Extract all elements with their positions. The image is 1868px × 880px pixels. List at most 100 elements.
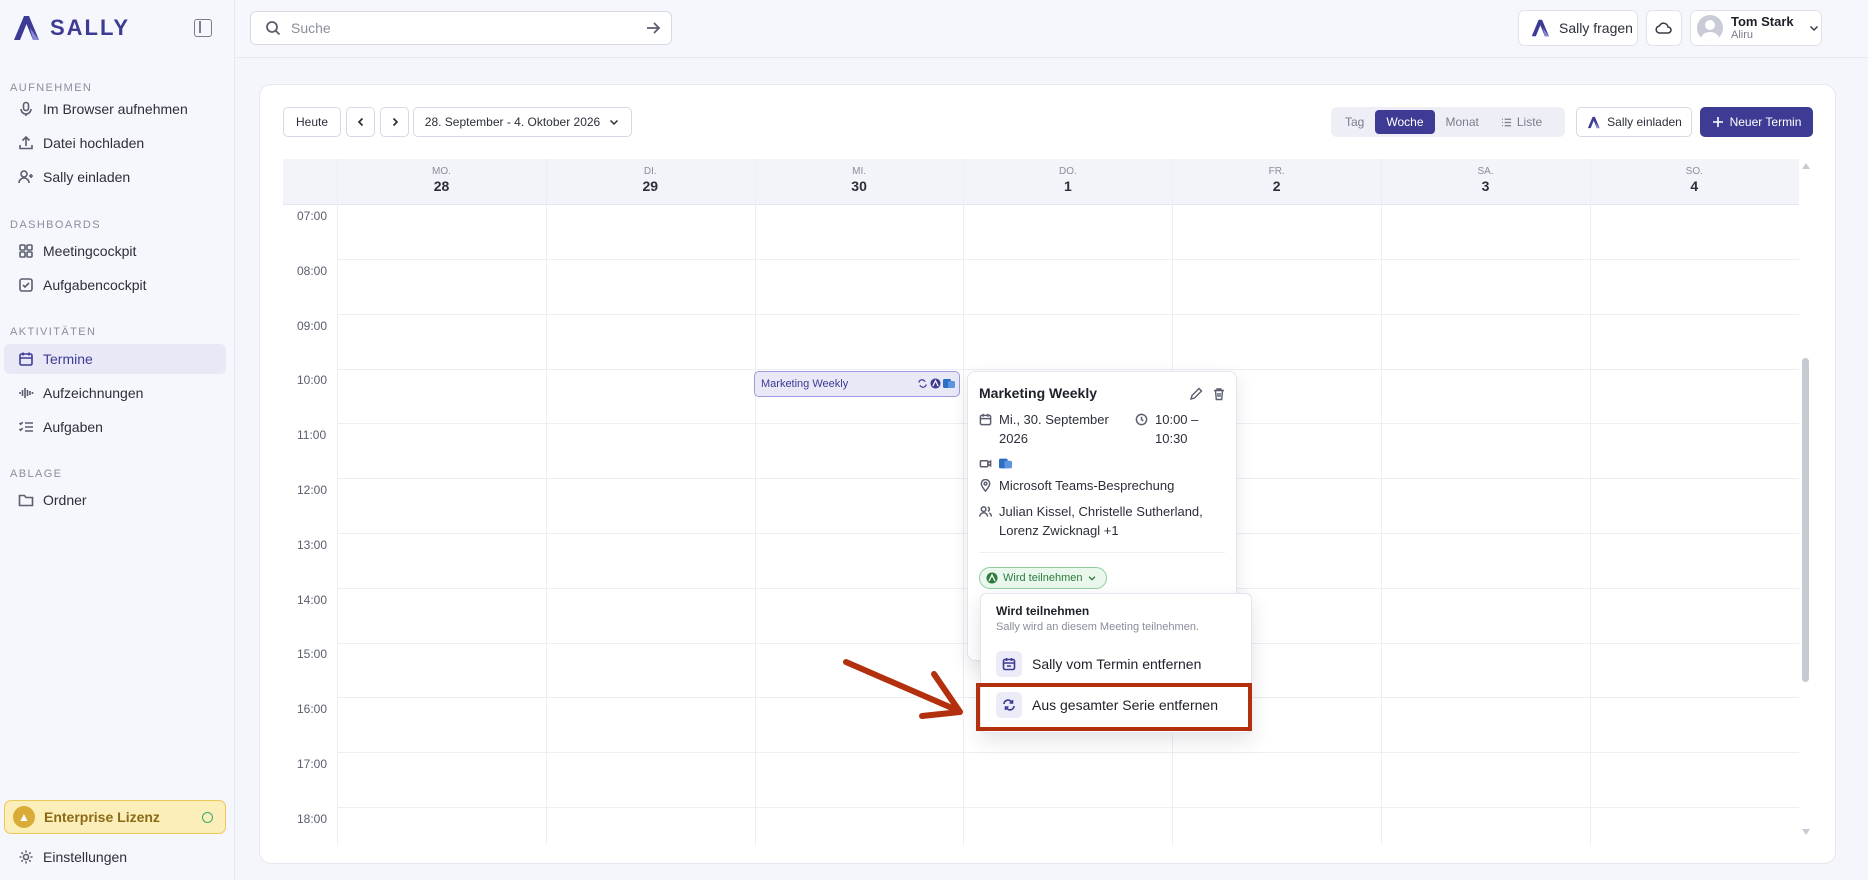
sally-logo-icon: [1531, 19, 1549, 37]
ask-sally-button[interactable]: Sally fragen: [1518, 10, 1638, 46]
date-range-picker[interactable]: 28. September - 4. Oktober 2026: [413, 107, 632, 137]
folder-icon: [18, 494, 34, 507]
chevron-down-icon: [1809, 25, 1818, 32]
prev-week-button[interactable]: [346, 107, 375, 137]
day-header[interactable]: SO. 4: [1590, 159, 1799, 205]
sidebar-item-browser-record[interactable]: Im Browser aufnehmen: [4, 94, 226, 124]
user-menu[interactable]: Tom Stark Aliru: [1690, 10, 1822, 46]
user-org: Aliru: [1731, 29, 1754, 41]
grid-hour-line: [337, 313, 1799, 315]
section-label-aufnehmen: AUFNEHMEN: [10, 82, 93, 94]
user-plus-icon: [18, 170, 33, 184]
avatar: [1697, 15, 1723, 41]
sidebar-item-aufgaben[interactable]: Aufgaben: [4, 412, 226, 442]
cloud-button[interactable]: [1646, 10, 1682, 46]
day-number: 28: [433, 178, 450, 194]
view-monat[interactable]: Monat: [1435, 110, 1490, 134]
day-number: 3: [1481, 178, 1490, 194]
attendance-status-dropdown[interactable]: Wird teilnehmen: [979, 567, 1108, 589]
sidebar-item-aufzeichnungen[interactable]: Aufzeichnungen: [4, 378, 226, 408]
popover-title: Marketing Weekly: [979, 385, 1098, 401]
sidebar-item-meetingcockpit[interactable]: Meetingcockpit: [4, 236, 226, 266]
hour-label: 17:00: [297, 757, 328, 771]
day-name: FR.: [1268, 166, 1285, 177]
arrow-right-icon[interactable]: [645, 20, 661, 36]
hour-label: 07:00: [297, 209, 328, 223]
grid-hour-line: [337, 368, 1799, 370]
chevron-left-icon: [357, 117, 363, 127]
chevron-right-icon: [392, 117, 398, 127]
video-icon: [979, 459, 992, 468]
scroll-up-icon[interactable]: [1801, 162, 1811, 170]
new-appointment-button[interactable]: Neuer Termin: [1700, 107, 1813, 137]
view-liste-label: Liste: [1516, 115, 1543, 129]
day-number: 30: [851, 178, 867, 194]
sidebar-item-label: Ordner: [43, 492, 87, 508]
hour-label: 10:00: [297, 373, 328, 388]
check-square-icon: [19, 278, 33, 292]
sidebar-item-label: Sally einladen: [43, 169, 131, 185]
popover-attendees: Julian Kissel, Christelle Sutherland, Lo…: [999, 504, 1203, 538]
day-header[interactable]: SA. 3: [1381, 159, 1590, 205]
today-button[interactable]: Heute: [283, 107, 341, 137]
hour-label: 09:00: [297, 318, 328, 333]
sidebar-item-ordner[interactable]: Ordner: [4, 485, 226, 515]
view-tag[interactable]: Tag: [1334, 110, 1375, 134]
popover-divider: [979, 552, 1225, 553]
grid-column-line: [1589, 159, 1591, 845]
license-label: Enterprise Lizenz: [44, 809, 160, 825]
day-header[interactable]: MO. 28: [337, 159, 546, 205]
calendar-remove-icon: [996, 651, 1022, 677]
logo-text: SALLY: [50, 15, 131, 40]
day-header[interactable]: DI. 29: [546, 159, 755, 205]
popover-time: 10:00 – 10:30: [1155, 412, 1199, 446]
grid-hour-line: [337, 752, 1799, 754]
scrollbar-thumb[interactable]: [1802, 358, 1809, 682]
trash-icon[interactable]: [1212, 387, 1226, 401]
hour-label: 12:00: [297, 483, 328, 497]
waveform-icon: [19, 388, 34, 398]
event-marketing-weekly[interactable]: Marketing Weekly: [754, 371, 960, 397]
hour-label: 16:00: [297, 702, 328, 717]
dropdown-header: Wird teilnehmen: [996, 604, 1090, 618]
day-header[interactable]: FR. 2: [1172, 159, 1381, 205]
scroll-down-icon[interactable]: [1801, 828, 1811, 836]
view-liste[interactable]: Liste: [1490, 110, 1553, 134]
hour-label: 11:00: [297, 428, 327, 443]
invite-sally-button[interactable]: Sally einladen: [1576, 107, 1692, 137]
day-header[interactable]: DO. 1: [963, 159, 1172, 205]
sidebar-item-invite[interactable]: Sally einladen: [4, 162, 226, 192]
remove-from-appointment-item[interactable]: Sally vom Termin entfernen: [996, 650, 1201, 678]
sidebar: SALLY AUFNEHMEN Im Browser aufnehmen Dat…: [0, 0, 235, 880]
sidebar-collapse-icon[interactable]: [194, 19, 212, 37]
sidebar-item-label: Meetingcockpit: [43, 243, 137, 259]
clock-icon: [1135, 413, 1148, 426]
teams-icon: [943, 379, 955, 388]
sidebar-item-aufgabencockpit[interactable]: Aufgabencockpit: [4, 270, 226, 300]
enterprise-license-badge[interactable]: ▲ Enterprise Lizenz: [4, 800, 226, 834]
search-box[interactable]: [250, 11, 672, 45]
plus-icon: [1712, 117, 1723, 127]
ask-sally-label: Sally fragen: [1559, 20, 1633, 36]
logo[interactable]: SALLY: [10, 12, 130, 44]
chevron-down-icon: [1089, 576, 1096, 581]
sidebar-item-settings[interactable]: Einstellungen: [4, 842, 226, 872]
sidebar-item-termine[interactable]: Termine: [4, 344, 226, 374]
next-week-button[interactable]: [380, 107, 409, 137]
sidebar-item-label: Aufzeichnungen: [43, 385, 144, 401]
dropdown-subtext: Sally wird an diesem Meeting teilnehmen.: [996, 621, 1199, 633]
remove-from-appointment-label: Sally vom Termin entfernen: [1032, 656, 1202, 672]
grid-column-line: [337, 159, 338, 845]
section-label-dashboards: DASHBOARDS: [10, 219, 102, 231]
search-input[interactable]: [291, 20, 631, 36]
view-woche[interactable]: Woche: [1375, 110, 1435, 134]
day-number: 29: [642, 178, 659, 194]
teams-icon[interactable]: [999, 457, 1012, 470]
day-name: MI.: [852, 166, 867, 177]
sidebar-item-upload[interactable]: Datei hochladen: [4, 128, 226, 158]
day-header[interactable]: MI. 30: [755, 159, 964, 205]
edit-icon[interactable]: [1189, 387, 1203, 401]
day-number: 4: [1690, 178, 1699, 194]
popover-meeting-row: [979, 454, 1012, 470]
sally-status-icon: [986, 572, 998, 584]
